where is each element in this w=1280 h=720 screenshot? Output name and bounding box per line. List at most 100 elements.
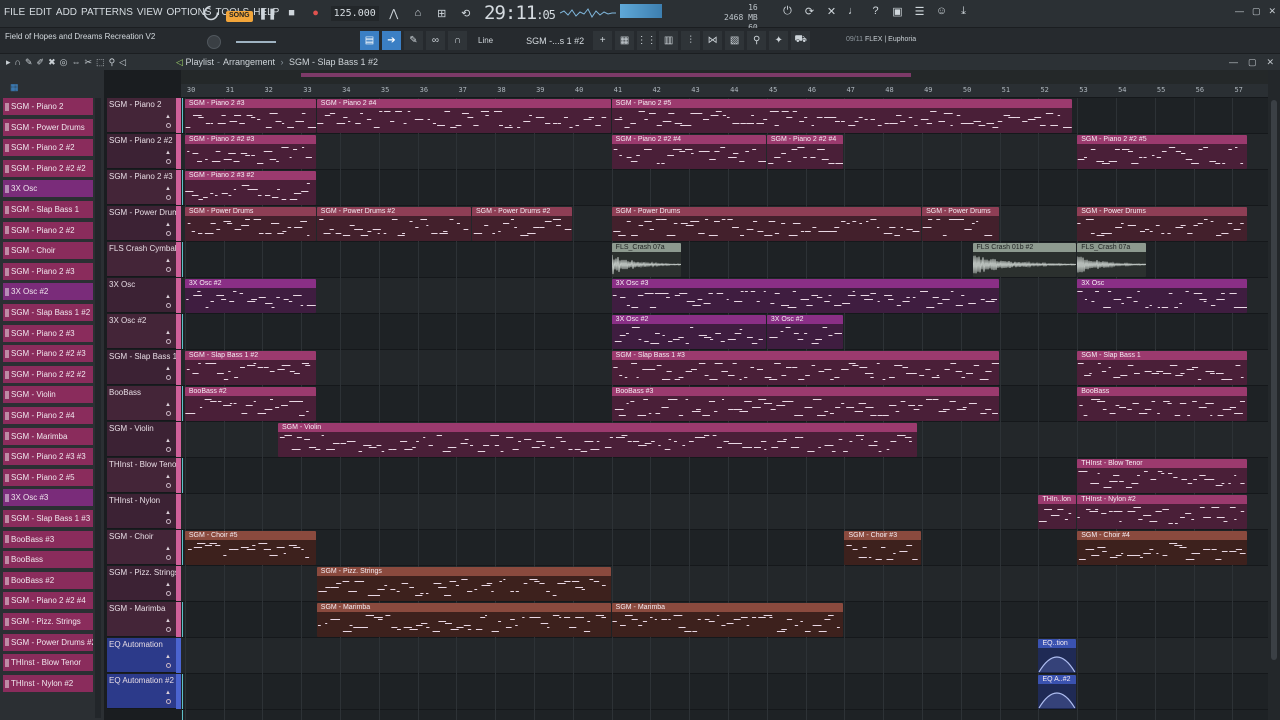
track-header[interactable]: SGM - Marimba ▲ — [107, 602, 176, 637]
pattern-clip[interactable]: THInst - Blow Tenor — [1077, 459, 1247, 493]
pattern-clip[interactable]: SGM - Violin — [278, 423, 918, 457]
audio-clip[interactable]: FLS Crash 01b #2 — [972, 243, 1077, 277]
picker-item[interactable]: THInst - Blow Tenor — [3, 654, 93, 672]
stop-icon[interactable]: ■ — [283, 4, 301, 22]
mute-tool-icon[interactable]: ◎ — [60, 57, 68, 68]
track-mute-icon[interactable] — [166, 411, 171, 416]
track-mute-icon[interactable] — [166, 447, 171, 452]
track-header[interactable]: EQ Automation #2 ▲ — [107, 674, 176, 709]
track-header[interactable]: 3X Osc #2 ▲ — [107, 314, 176, 349]
picker-item[interactable]: 3X Osc — [3, 180, 93, 198]
picker-item[interactable]: BooBass — [3, 551, 93, 569]
picker-item[interactable]: SGM - Power Drums — [3, 118, 93, 136]
pattern-clip[interactable]: SGM - Piano 2 #4 — [316, 99, 611, 133]
track-mute-icon[interactable] — [166, 663, 171, 668]
paint-tool-icon[interactable]: ✐ — [37, 57, 45, 68]
picker-item[interactable]: 3X Osc #2 — [3, 283, 93, 301]
pause-icon[interactable]: ❚❚ — [258, 4, 276, 22]
track-move-icon[interactable]: ▲ — [165, 150, 171, 156]
arrow-tool-icon[interactable]: ➔ — [382, 31, 401, 50]
pattern-selector[interactable]: SGM -...s 1 #2 — [526, 36, 584, 46]
pencil-tool-icon[interactable]: ✎ — [404, 31, 423, 50]
track-header[interactable]: SGM - Piano 2 #2 ▲ — [107, 134, 176, 169]
picker-item[interactable]: SGM - Piano 2 #2 — [3, 221, 93, 239]
pattern-clip[interactable]: SGM - Power Drums — [184, 207, 316, 241]
track-mute-icon[interactable] — [166, 627, 171, 632]
mixer-icon[interactable]: ☰ — [912, 5, 927, 20]
vertical-scrollbar[interactable] — [1268, 70, 1280, 720]
picker-item[interactable]: SGM - Piano 2 #2 #2 — [3, 159, 93, 177]
node-icon[interactable]: ⋈ — [703, 31, 723, 50]
track-move-icon[interactable]: ▲ — [165, 546, 171, 552]
pattern-clip[interactable]: SGM - Piano 2 #2 #4 — [611, 135, 766, 169]
pattern-clip[interactable]: SGM - Piano 2 #3 — [184, 99, 316, 133]
track-header[interactable]: SGM - Violin ▲ — [107, 422, 176, 457]
pattern-clip[interactable]: SGM - Choir #3 — [844, 531, 922, 565]
metronome-icon[interactable]: ⋀ — [385, 4, 403, 22]
track-header[interactable]: THInst - Blow Tenor ▲ — [107, 458, 176, 493]
pattern-clip[interactable]: 3X Osc #3 — [611, 279, 999, 313]
track-mute-icon[interactable] — [166, 375, 171, 380]
scrollbar-thumb[interactable] — [1271, 100, 1277, 660]
track-header[interactable]: SGM - Piano 2 ▲ — [107, 98, 176, 133]
menu-add[interactable]: ADD — [56, 7, 77, 18]
delete-tool-icon[interactable]: ✖ — [48, 57, 56, 68]
close-icon[interactable]: ✕ — [1268, 6, 1276, 17]
track-header[interactable]: 3X Osc ▲ — [107, 278, 176, 313]
playlist-close-icon[interactable]: ✕ — [1266, 57, 1274, 68]
track-header[interactable]: SGM - Power Drums ▲ — [107, 206, 176, 241]
pattern-clip[interactable]: 3X Osc — [1077, 279, 1247, 313]
pattern-clip[interactable]: SGM - Marimba — [316, 603, 611, 637]
playlist-icon[interactable]: ▦ — [615, 31, 635, 50]
automation-clip[interactable]: EQ A..#2 — [1038, 675, 1077, 709]
track-header[interactable]: THInst - Nylon ▲ — [107, 494, 176, 529]
track-move-icon[interactable]: ▲ — [165, 510, 171, 516]
browser-icon[interactable]: ▧ — [725, 31, 745, 50]
plugin-news[interactable]: 09/11 FLEX | Euphoria — [846, 36, 916, 43]
picker-item[interactable]: SGM - Piano 2 #4 — [3, 407, 93, 424]
overview-window[interactable] — [301, 73, 911, 77]
picker-item[interactable]: SGM - Piano 2 #5 — [3, 468, 93, 486]
picker-item[interactable]: SGM - Slap Bass 1 #3 — [3, 510, 93, 527]
record-icon[interactable]: ● — [307, 4, 325, 22]
pattern-clip[interactable]: SGM - Slap Bass 1 — [1077, 351, 1247, 385]
help-icon[interactable]: ? — [868, 5, 883, 20]
audio-clip[interactable]: FLS_Crash 07a — [611, 243, 681, 277]
track-mute-icon[interactable] — [166, 123, 171, 128]
cart-icon[interactable]: ⛟ — [791, 31, 811, 50]
pattern-clip[interactable]: SGM - Power Drums #2 — [316, 207, 471, 241]
draw-tool-icon[interactable]: ✎ — [25, 57, 33, 68]
track-header[interactable]: FLS Crash Cymbal ▲ — [107, 242, 176, 277]
track-mute-icon[interactable] — [166, 483, 171, 488]
song-position-display[interactable]: 29:11:05 — [484, 2, 556, 24]
picker-item[interactable]: SGM - Slap Bass 1 #2 — [3, 304, 93, 321]
track-header[interactable]: BooBass ▲ — [107, 386, 176, 421]
pattern-clip[interactable]: SGM - Power Drums #2 — [472, 207, 572, 241]
slip-tool-icon[interactable]: ⇔ — [72, 57, 81, 68]
pattern-clip[interactable]: SGM - Piano 2 #3 #2 — [184, 171, 316, 205]
picker-filter-icon[interactable]: ▦ — [10, 82, 19, 93]
picker-item[interactable]: SGM - Piano 2 #2 #4 — [3, 592, 93, 610]
playlist-maximize-icon[interactable]: ▢ — [1248, 57, 1257, 68]
track-mute-icon[interactable] — [166, 339, 171, 344]
picker-item[interactable]: SGM - Piano 2 #2 — [3, 139, 93, 157]
track-move-icon[interactable]: ▲ — [165, 474, 171, 480]
pattern-clip[interactable]: THIn..lon — [1038, 495, 1077, 529]
pattern-clip[interactable]: SGM - Piano 2 #5 — [611, 99, 1073, 133]
track-move-icon[interactable]: ▲ — [165, 402, 171, 408]
picker-item[interactable]: SGM - Piano 2 #3 — [3, 262, 93, 280]
track-lane[interactable] — [181, 638, 1268, 674]
pattern-clip[interactable]: 3X Osc #2 — [184, 279, 316, 313]
magnet-snap-icon[interactable]: ∩ — [15, 57, 21, 68]
pattern-clip[interactable]: SGM - Pizz. Strings — [316, 567, 611, 601]
mixer-view-icon[interactable]: ⫶ — [681, 31, 701, 50]
track-move-icon[interactable]: ▲ — [165, 222, 171, 228]
pattern-clip[interactable]: BooBass #3 — [611, 387, 999, 421]
track-lane[interactable] — [181, 170, 1268, 206]
countdown-icon[interactable]: ⊞ — [433, 4, 451, 22]
pattern-clip[interactable]: BooBass #2 — [184, 387, 316, 421]
picker-item[interactable]: SGM - Piano 2 #3 #3 — [3, 448, 93, 466]
add-pattern-icon[interactable]: + — [593, 31, 613, 50]
track-mute-icon[interactable] — [166, 699, 171, 704]
pattern-clip[interactable]: SGM - Choir #4 — [1077, 531, 1247, 565]
